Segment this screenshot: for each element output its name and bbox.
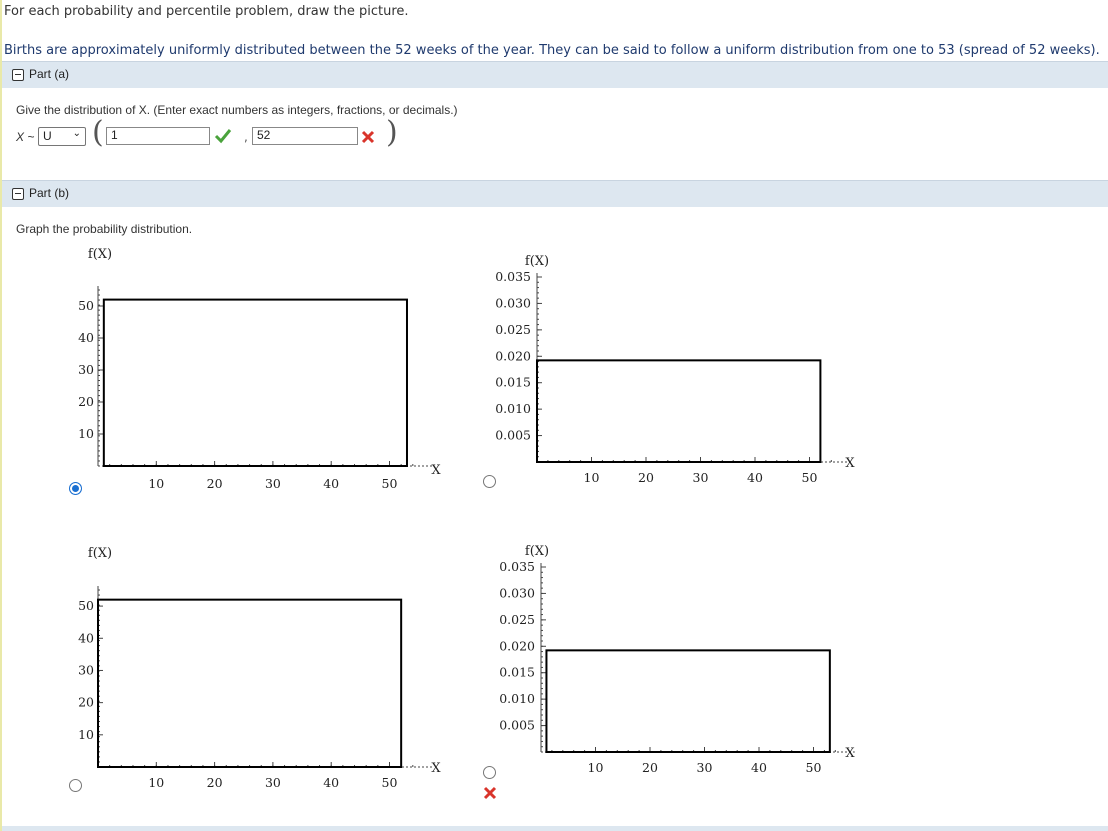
- y-tick-label: 0.015: [495, 375, 531, 390]
- y-tick-label: 0.005: [499, 718, 535, 733]
- y-tick-label: 0.010: [495, 401, 531, 416]
- y-tick-label: 50: [78, 598, 94, 613]
- y-tick-label: 0.035: [499, 559, 535, 574]
- x-tick-label: 20: [638, 470, 654, 485]
- result-cross-icon: [483, 786, 497, 800]
- x-tick-label: 50: [382, 476, 398, 491]
- x-tick-label: 50: [382, 775, 398, 790]
- distribution-rect: [545, 649, 831, 753]
- distribution-rect: [536, 359, 822, 463]
- x-tick-label: 10: [588, 760, 604, 775]
- radio-option-4[interactable]: [483, 766, 496, 779]
- y-axis-label: f(X): [525, 254, 549, 269]
- radio-option-3[interactable]: [69, 779, 82, 792]
- y-axis-label: f(X): [88, 247, 112, 262]
- x-tick-label: 40: [751, 760, 767, 775]
- graph-option-1: 10 20 30 40 50 10 20 30 40 50 f(X) X 10 20 30 40 50 0.005…: [78, 247, 855, 790]
- x-tick-label: 50: [806, 760, 822, 775]
- x-tick-label: 30: [265, 476, 281, 491]
- y-tick-label: 10: [78, 727, 94, 742]
- y-tick-label: 0.015: [499, 665, 535, 680]
- x-tick-label: 40: [323, 775, 339, 790]
- x-tick-label: 30: [697, 760, 713, 775]
- x-tick-label: 40: [323, 476, 339, 491]
- y-tick-label: 10: [78, 426, 94, 441]
- x-tick-label: 40: [747, 470, 763, 485]
- x-tick-label: 10: [148, 775, 164, 790]
- y-axis-label: f(X): [88, 546, 112, 561]
- y-tick-label: 40: [78, 330, 94, 345]
- x-tick-label: 10: [584, 470, 600, 485]
- x-axis-label: X: [431, 761, 441, 776]
- y-tick-label: 0.035: [495, 269, 531, 284]
- y-tick-label: 50: [78, 298, 94, 313]
- x-tick-label: 20: [642, 760, 658, 775]
- y-tick-label: 0.020: [495, 348, 531, 363]
- x-tick-label: 10: [148, 476, 164, 491]
- y-tick-label: 40: [78, 630, 94, 645]
- y-tick-label: 30: [78, 362, 94, 377]
- y-tick-label: 20: [78, 394, 94, 409]
- x-axis-label: X: [845, 456, 855, 471]
- x-axis-label: X: [431, 463, 441, 478]
- distribution-rect: [102, 298, 408, 467]
- y-tick-label: 0.005: [495, 428, 531, 443]
- x-tick-label: 20: [207, 476, 223, 491]
- y-tick-label: 0.030: [495, 295, 531, 310]
- y-tick-label: 0.020: [499, 638, 535, 653]
- bottom-divider: [2, 826, 1108, 831]
- y-tick-label: 0.025: [499, 612, 535, 627]
- x-tick-label: 20: [207, 775, 223, 790]
- radio-option-2[interactable]: [483, 475, 496, 488]
- y-tick-label: 0.010: [499, 691, 535, 706]
- x-tick-label: 30: [693, 470, 709, 485]
- x-axis-label: X: [845, 746, 855, 761]
- radio-option-1[interactable]: [69, 482, 82, 495]
- y-tick-label: 0.025: [495, 322, 531, 337]
- y-tick-label: 20: [78, 695, 94, 710]
- y-axis-label: f(X): [525, 544, 549, 559]
- x-tick-label: 30: [265, 775, 281, 790]
- distribution-rect: [97, 598, 403, 768]
- y-tick-label: 0.030: [499, 585, 535, 600]
- x-tick-label: 50: [802, 470, 818, 485]
- y-tick-label: 30: [78, 662, 94, 677]
